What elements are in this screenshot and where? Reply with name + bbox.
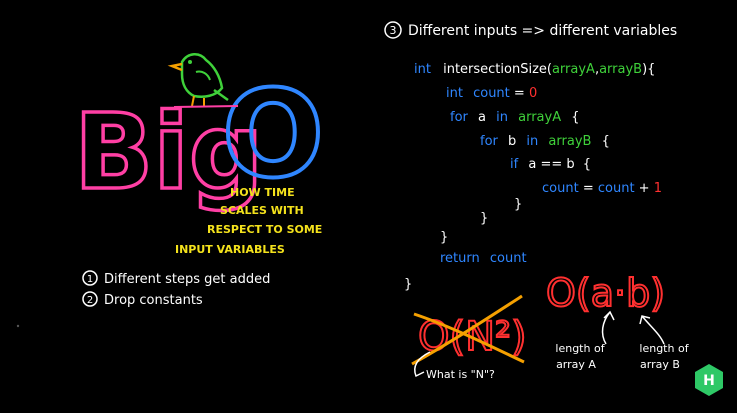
keyword: return [440, 251, 480, 266]
code-line: for b in arrayB { [480, 134, 610, 149]
variable: a [478, 110, 486, 125]
label-length-b: length of [639, 342, 689, 355]
tagline-line: RESPECT TO SOME [207, 223, 322, 236]
code-line: count = count + 1 [542, 181, 662, 196]
arrow-icon [639, 315, 665, 345]
hackerrank-hexagon-icon: H [695, 364, 723, 396]
whiteboard: Big O HOW TIME SCALES WITH RESPECT TO SO… [0, 0, 737, 413]
brace: { [583, 157, 591, 172]
array-name: arrayB [548, 134, 591, 149]
keyword: for [450, 110, 469, 125]
brace: } [440, 230, 448, 245]
rule-number: 2 [87, 295, 93, 306]
heading-text: Different inputs => different variables [408, 23, 677, 39]
brand-letter: H [703, 373, 715, 389]
code-block: int intersectionSize(arrayA,arrayB){ int… [404, 62, 662, 292]
literal: 0 [529, 86, 537, 101]
label-length-b: array B [640, 358, 680, 371]
rule-number: 1 [87, 274, 93, 285]
literal: 1 [654, 181, 662, 196]
brace: } [514, 197, 522, 212]
keyword: in [496, 110, 508, 125]
operator: = [510, 86, 529, 101]
code-line: for a in arrayA { [450, 110, 580, 125]
keyword: int [446, 86, 463, 101]
param-a: arrayA [552, 62, 595, 77]
brace: } [404, 277, 412, 292]
right-answer: O(a·b) length of array A length of array… [545, 270, 690, 371]
code-line: int intersectionSize(arrayA,arrayB){ [414, 62, 655, 77]
condition: a == b [528, 157, 574, 172]
keyword: int [414, 62, 431, 77]
keyword: if [510, 157, 519, 172]
param-b: arrayB [599, 62, 642, 77]
rules-list: 1 Different steps get added 2 Drop const… [82, 270, 270, 308]
rule-text: Different steps get added [104, 272, 270, 287]
brace: } [480, 211, 488, 226]
label-length-a: length of [555, 342, 605, 355]
big-o-a-times-b: O(a·b) [546, 271, 665, 315]
variable: count [542, 181, 579, 196]
code-line: int count = 0 [446, 86, 537, 101]
variable: b [508, 134, 516, 149]
note-text: What is "N"? [426, 368, 495, 381]
tagline-line: INPUT VARIABLES [175, 243, 285, 256]
section-heading: 3 Different inputs => different variable… [384, 21, 677, 39]
keyword: in [526, 134, 538, 149]
operator: = [579, 181, 598, 196]
variable: count [598, 181, 635, 196]
tagline-line: HOW TIME [230, 186, 295, 199]
operator: + [635, 181, 654, 196]
arrow-icon [601, 310, 615, 345]
heading-number: 3 [390, 24, 397, 37]
variable: count [473, 86, 510, 101]
label-length-a: array A [556, 358, 596, 371]
paren-brace: ){ [642, 62, 655, 77]
array-name: arrayA [518, 110, 561, 125]
brace: { [571, 110, 579, 125]
whiteboard-drawing: Big O HOW TIME SCALES WITH RESPECT TO SO… [16, 21, 723, 396]
o-text: O [222, 66, 324, 205]
keyword: for [480, 134, 499, 149]
dust-speck [16, 324, 20, 328]
variable: count [490, 251, 527, 266]
code-line: if a == b { [510, 157, 591, 172]
code-line: return count [440, 251, 527, 266]
rule-text: Drop constants [104, 293, 203, 308]
brace: { [602, 134, 610, 149]
tagline-line: SCALES WITH [220, 204, 304, 217]
wrong-answer: O(N²) What is "N"? [411, 294, 528, 381]
function-name: intersectionSize( [443, 62, 552, 77]
